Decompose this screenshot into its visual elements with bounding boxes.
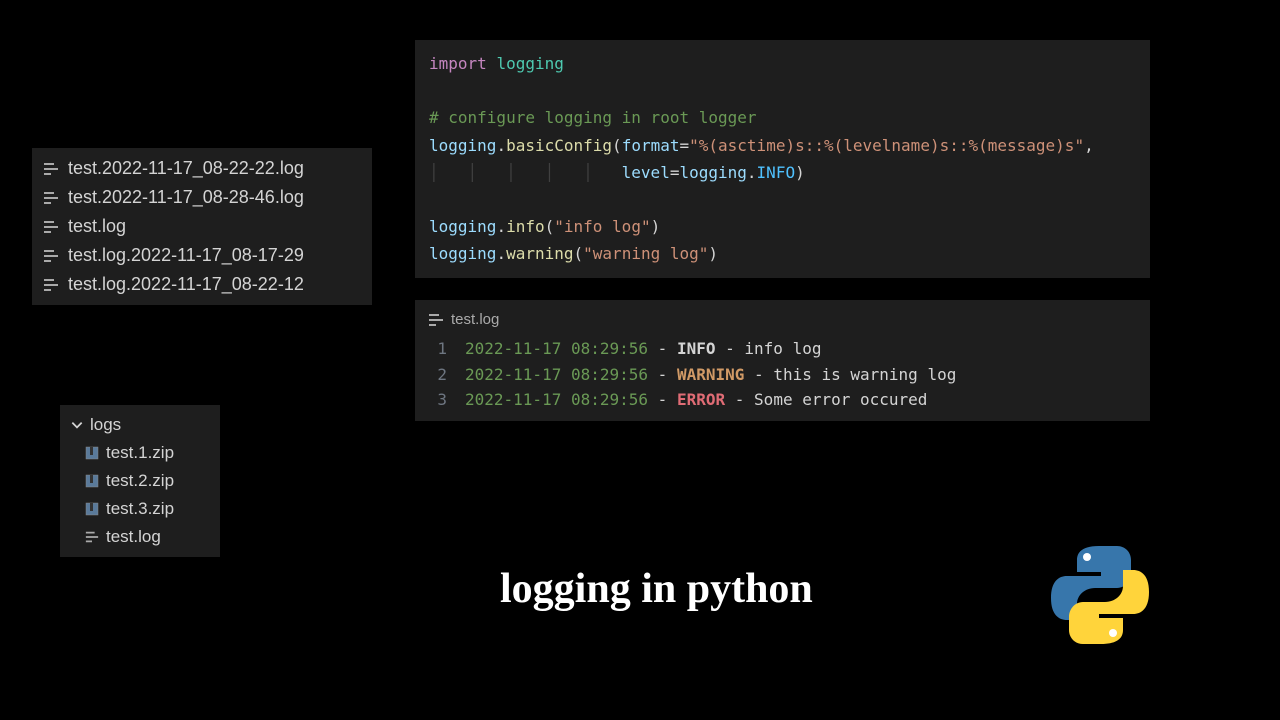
file-name: test.2022-11-17_08-28-46.log (68, 187, 304, 208)
log-line: 3 2022-11-17 08:29:56 - ERROR - Some err… (427, 387, 1138, 413)
log-line: 2 2022-11-17 08:29:56 - WARNING - this i… (427, 362, 1138, 388)
log-file-icon (42, 191, 60, 205)
param: level (622, 163, 670, 182)
string-literal: "info log" (554, 217, 650, 236)
func: basicConfig (506, 136, 612, 155)
file-row[interactable]: test.log (42, 212, 362, 241)
file-name: test.log.2022-11-17_08-17-29 (68, 245, 304, 266)
file-name: test.log (68, 216, 126, 237)
log-tab-label: test.log (451, 308, 499, 332)
code-line (429, 77, 1136, 104)
log-files-panel: test.2022-11-17_08-22-22.log test.2022-1… (32, 148, 372, 305)
zip-file-icon (84, 501, 100, 517)
kw-import: import (429, 54, 487, 73)
log-message: this is warning log (773, 365, 956, 384)
param: format (622, 136, 680, 155)
comment: # configure logging in root logger (429, 108, 757, 127)
file-row[interactable]: test.log.2022-11-17_08-22-12 (42, 270, 362, 299)
tree-item-label: test.log (106, 527, 161, 547)
tree-item-label: test.2.zip (106, 471, 174, 491)
file-row[interactable]: test.2022-11-17_08-22-22.log (42, 154, 362, 183)
folder-label: logs (90, 415, 121, 435)
code-line: │ │ │ │ │ level=logging.INFO) (429, 159, 1136, 186)
log-file-icon (42, 220, 60, 234)
file-row[interactable]: test.log.2022-11-17_08-17-29 (42, 241, 362, 270)
log-output-panel: test.log 1 2022-11-17 08:29:56 - INFO - … (415, 300, 1150, 421)
tree-item[interactable]: test.log (70, 523, 210, 551)
tree-item[interactable]: test.2.zip (70, 467, 210, 495)
tree-item-label: test.1.zip (106, 443, 174, 463)
func: info (506, 217, 545, 236)
chevron-down-icon (70, 418, 84, 432)
obj: logging (429, 136, 496, 155)
slide-title: logging in python (500, 565, 813, 613)
python-logo-icon (1045, 540, 1155, 650)
line-number: 3 (427, 387, 447, 413)
file-name: test.log.2022-11-17_08-22-12 (68, 274, 304, 295)
string-literal: "warning log" (583, 244, 708, 263)
log-level: WARNING (677, 365, 744, 384)
folder-logs[interactable]: logs (70, 411, 210, 439)
line-number: 2 (427, 362, 447, 388)
obj: logging (429, 244, 496, 263)
module-name: logging (496, 54, 563, 73)
func: warning (506, 244, 573, 263)
code-editor[interactable]: import logging # configure logging in ro… (415, 40, 1150, 278)
log-file-icon (427, 313, 445, 327)
code-line: logging.warning("warning log") (429, 240, 1136, 267)
code-line: # configure logging in root logger (429, 104, 1136, 131)
log-file-icon (42, 278, 60, 292)
code-line: logging.info("info log") (429, 213, 1136, 240)
log-file-icon (84, 529, 100, 545)
log-file-icon (42, 162, 60, 176)
string-literal: "%(asctime)s::%(levelname)s::%(message)s… (689, 136, 1084, 155)
enum: INFO (757, 163, 796, 182)
folder-tree-panel: logs test.1.zip test.2.zip test.3.zip te… (60, 405, 220, 557)
log-timestamp: 2022-11-17 08:29:56 (465, 339, 648, 358)
log-timestamp: 2022-11-17 08:29:56 (465, 365, 648, 384)
zip-file-icon (84, 473, 100, 489)
log-line: 1 2022-11-17 08:29:56 - INFO - info log (427, 336, 1138, 362)
log-timestamp: 2022-11-17 08:29:56 (465, 390, 648, 409)
log-level: INFO (677, 339, 716, 358)
tree-item[interactable]: test.3.zip (70, 495, 210, 523)
zip-file-icon (84, 445, 100, 461)
obj: logging (679, 163, 746, 182)
log-message: Some error occured (754, 390, 927, 409)
obj: logging (429, 217, 496, 236)
log-level: ERROR (677, 390, 725, 409)
tree-item[interactable]: test.1.zip (70, 439, 210, 467)
line-number: 1 (427, 336, 447, 362)
file-row[interactable]: test.2022-11-17_08-28-46.log (42, 183, 362, 212)
log-tab[interactable]: test.log (427, 308, 1138, 332)
file-name: test.2022-11-17_08-22-22.log (68, 158, 304, 179)
code-line: import logging (429, 50, 1136, 77)
code-line: logging.basicConfig(format="%(asctime)s:… (429, 132, 1136, 159)
log-file-icon (42, 249, 60, 263)
log-message: info log (744, 339, 821, 358)
code-line (429, 186, 1136, 213)
tree-item-label: test.3.zip (106, 499, 174, 519)
